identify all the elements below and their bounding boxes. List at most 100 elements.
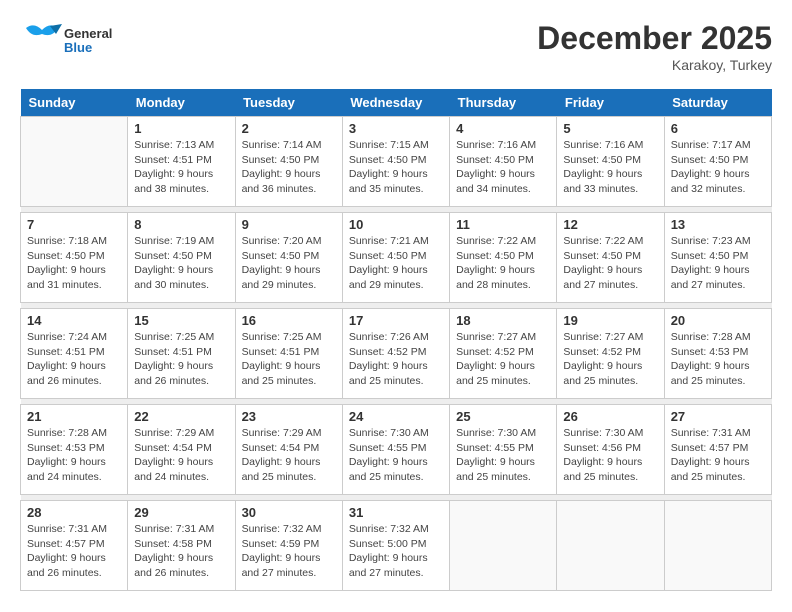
day-header-monday: Monday [128, 89, 235, 117]
day-number: 10 [349, 217, 443, 232]
day-number: 30 [242, 505, 336, 520]
day-info: Sunrise: 7:25 AM Sunset: 4:51 PM Dayligh… [242, 330, 336, 389]
day-number: 7 [27, 217, 121, 232]
day-header-saturday: Saturday [664, 89, 771, 117]
day-info: Sunrise: 7:15 AM Sunset: 4:50 PM Dayligh… [349, 138, 443, 197]
day-info: Sunrise: 7:14 AM Sunset: 4:50 PM Dayligh… [242, 138, 336, 197]
day-cell-21: 21 Sunrise: 7:28 AM Sunset: 4:53 PM Dayl… [21, 405, 128, 495]
day-info: Sunrise: 7:30 AM Sunset: 4:56 PM Dayligh… [563, 426, 657, 485]
day-info: Sunrise: 7:13 AM Sunset: 4:51 PM Dayligh… [134, 138, 228, 197]
day-number: 1 [134, 121, 228, 136]
day-info: Sunrise: 7:18 AM Sunset: 4:50 PM Dayligh… [27, 234, 121, 293]
day-cell-empty-5 [557, 501, 664, 591]
day-number: 20 [671, 313, 765, 328]
day-cell-4: 4 Sunrise: 7:16 AM Sunset: 4:50 PM Dayli… [450, 117, 557, 207]
day-info: Sunrise: 7:29 AM Sunset: 4:54 PM Dayligh… [134, 426, 228, 485]
day-number: 29 [134, 505, 228, 520]
day-cell-3: 3 Sunrise: 7:15 AM Sunset: 4:50 PM Dayli… [342, 117, 449, 207]
day-cell-14: 14 Sunrise: 7:24 AM Sunset: 4:51 PM Dayl… [21, 309, 128, 399]
day-cell-23: 23 Sunrise: 7:29 AM Sunset: 4:54 PM Dayl… [235, 405, 342, 495]
day-info: Sunrise: 7:21 AM Sunset: 4:50 PM Dayligh… [349, 234, 443, 293]
day-number: 28 [27, 505, 121, 520]
day-info: Sunrise: 7:31 AM Sunset: 4:58 PM Dayligh… [134, 522, 228, 581]
day-info: Sunrise: 7:28 AM Sunset: 4:53 PM Dayligh… [671, 330, 765, 389]
day-number: 17 [349, 313, 443, 328]
day-cell-6: 6 Sunrise: 7:17 AM Sunset: 4:50 PM Dayli… [664, 117, 771, 207]
day-cell-11: 11 Sunrise: 7:22 AM Sunset: 4:50 PM Dayl… [450, 213, 557, 303]
day-number: 4 [456, 121, 550, 136]
day-number: 12 [563, 217, 657, 232]
logo: General Blue [20, 20, 112, 62]
day-number: 18 [456, 313, 550, 328]
day-cell-7: 7 Sunrise: 7:18 AM Sunset: 4:50 PM Dayli… [21, 213, 128, 303]
day-cell-17: 17 Sunrise: 7:26 AM Sunset: 4:52 PM Dayl… [342, 309, 449, 399]
day-number: 14 [27, 313, 121, 328]
day-info: Sunrise: 7:32 AM Sunset: 4:59 PM Dayligh… [242, 522, 336, 581]
day-cell-28: 28 Sunrise: 7:31 AM Sunset: 4:57 PM Dayl… [21, 501, 128, 591]
day-number: 21 [27, 409, 121, 424]
day-info: Sunrise: 7:29 AM Sunset: 4:54 PM Dayligh… [242, 426, 336, 485]
day-number: 16 [242, 313, 336, 328]
day-number: 2 [242, 121, 336, 136]
day-info: Sunrise: 7:25 AM Sunset: 4:51 PM Dayligh… [134, 330, 228, 389]
day-info: Sunrise: 7:22 AM Sunset: 4:50 PM Dayligh… [456, 234, 550, 293]
week-row-4: 21 Sunrise: 7:28 AM Sunset: 4:53 PM Dayl… [21, 405, 772, 495]
logo-general: General [64, 27, 112, 41]
day-number: 27 [671, 409, 765, 424]
day-cell-18: 18 Sunrise: 7:27 AM Sunset: 4:52 PM Dayl… [450, 309, 557, 399]
calendar-table: SundayMondayTuesdayWednesdayThursdayFrid… [20, 89, 772, 591]
page-header: General Blue December 2025 Karakoy, Turk… [20, 20, 772, 73]
day-number: 25 [456, 409, 550, 424]
day-cell-31: 31 Sunrise: 7:32 AM Sunset: 5:00 PM Dayl… [342, 501, 449, 591]
day-header-wednesday: Wednesday [342, 89, 449, 117]
day-cell-19: 19 Sunrise: 7:27 AM Sunset: 4:52 PM Dayl… [557, 309, 664, 399]
day-cell-empty-4 [450, 501, 557, 591]
day-header-friday: Friday [557, 89, 664, 117]
day-cell-22: 22 Sunrise: 7:29 AM Sunset: 4:54 PM Dayl… [128, 405, 235, 495]
day-cell-8: 8 Sunrise: 7:19 AM Sunset: 4:50 PM Dayli… [128, 213, 235, 303]
day-number: 9 [242, 217, 336, 232]
day-cell-5: 5 Sunrise: 7:16 AM Sunset: 4:50 PM Dayli… [557, 117, 664, 207]
day-cell-15: 15 Sunrise: 7:25 AM Sunset: 4:51 PM Dayl… [128, 309, 235, 399]
day-number: 13 [671, 217, 765, 232]
day-info: Sunrise: 7:28 AM Sunset: 4:53 PM Dayligh… [27, 426, 121, 485]
day-info: Sunrise: 7:31 AM Sunset: 4:57 PM Dayligh… [671, 426, 765, 485]
day-cell-24: 24 Sunrise: 7:30 AM Sunset: 4:55 PM Dayl… [342, 405, 449, 495]
month-title: December 2025 [537, 20, 772, 57]
day-cell-10: 10 Sunrise: 7:21 AM Sunset: 4:50 PM Dayl… [342, 213, 449, 303]
day-info: Sunrise: 7:32 AM Sunset: 5:00 PM Dayligh… [349, 522, 443, 581]
day-number: 8 [134, 217, 228, 232]
day-cell-29: 29 Sunrise: 7:31 AM Sunset: 4:58 PM Dayl… [128, 501, 235, 591]
logo-blue: Blue [64, 41, 112, 55]
day-number: 11 [456, 217, 550, 232]
day-number: 19 [563, 313, 657, 328]
day-header-thursday: Thursday [450, 89, 557, 117]
day-info: Sunrise: 7:26 AM Sunset: 4:52 PM Dayligh… [349, 330, 443, 389]
title-block: December 2025 Karakoy, Turkey [537, 20, 772, 73]
day-info: Sunrise: 7:16 AM Sunset: 4:50 PM Dayligh… [456, 138, 550, 197]
header-row: SundayMondayTuesdayWednesdayThursdayFrid… [21, 89, 772, 117]
day-info: Sunrise: 7:16 AM Sunset: 4:50 PM Dayligh… [563, 138, 657, 197]
day-cell-26: 26 Sunrise: 7:30 AM Sunset: 4:56 PM Dayl… [557, 405, 664, 495]
day-cell-16: 16 Sunrise: 7:25 AM Sunset: 4:51 PM Dayl… [235, 309, 342, 399]
day-info: Sunrise: 7:20 AM Sunset: 4:50 PM Dayligh… [242, 234, 336, 293]
day-info: Sunrise: 7:30 AM Sunset: 4:55 PM Dayligh… [456, 426, 550, 485]
day-header-tuesday: Tuesday [235, 89, 342, 117]
day-info: Sunrise: 7:27 AM Sunset: 4:52 PM Dayligh… [456, 330, 550, 389]
day-info: Sunrise: 7:27 AM Sunset: 4:52 PM Dayligh… [563, 330, 657, 389]
logo-bird-icon [20, 20, 62, 62]
week-row-5: 28 Sunrise: 7:31 AM Sunset: 4:57 PM Dayl… [21, 501, 772, 591]
day-info: Sunrise: 7:30 AM Sunset: 4:55 PM Dayligh… [349, 426, 443, 485]
day-info: Sunrise: 7:19 AM Sunset: 4:50 PM Dayligh… [134, 234, 228, 293]
day-number: 31 [349, 505, 443, 520]
day-cell-25: 25 Sunrise: 7:30 AM Sunset: 4:55 PM Dayl… [450, 405, 557, 495]
day-number: 3 [349, 121, 443, 136]
day-info: Sunrise: 7:23 AM Sunset: 4:50 PM Dayligh… [671, 234, 765, 293]
day-info: Sunrise: 7:31 AM Sunset: 4:57 PM Dayligh… [27, 522, 121, 581]
day-cell-1: 1 Sunrise: 7:13 AM Sunset: 4:51 PM Dayli… [128, 117, 235, 207]
week-row-3: 14 Sunrise: 7:24 AM Sunset: 4:51 PM Dayl… [21, 309, 772, 399]
week-row-2: 7 Sunrise: 7:18 AM Sunset: 4:50 PM Dayli… [21, 213, 772, 303]
day-info: Sunrise: 7:22 AM Sunset: 4:50 PM Dayligh… [563, 234, 657, 293]
day-cell-12: 12 Sunrise: 7:22 AM Sunset: 4:50 PM Dayl… [557, 213, 664, 303]
day-number: 26 [563, 409, 657, 424]
